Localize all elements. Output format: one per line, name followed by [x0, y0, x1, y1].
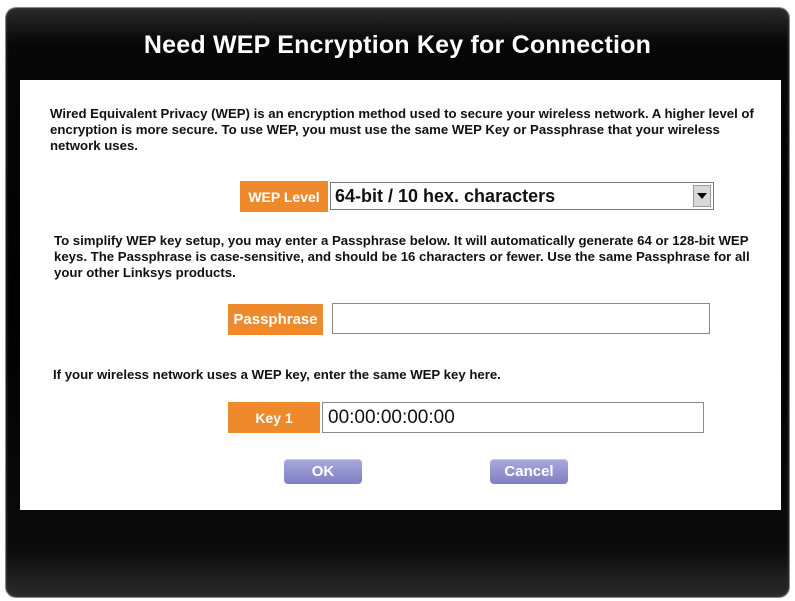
- dialog-window: Need WEP Encryption Key for Connection W…: [6, 8, 789, 597]
- wep-level-value: 64-bit / 10 hex. characters: [335, 186, 556, 206]
- wep-level-label: WEP Level: [240, 181, 328, 212]
- wep-key-instructions: If your wireless network uses a WEP key,…: [53, 367, 501, 382]
- passphrase-instructions: To simplify WEP key setup, you may enter…: [54, 233, 750, 280]
- ok-button[interactable]: OK: [284, 459, 362, 484]
- intro-text: Wired Equivalent Privacy (WEP) is an enc…: [50, 106, 754, 153]
- dialog-title: Need WEP Encryption Key for Connection: [143, 31, 652, 59]
- wep-level-select[interactable]: 64-bit / 10 hex. characters: [330, 182, 714, 210]
- key1-input[interactable]: 00:00:00:00:00: [322, 402, 704, 433]
- key1-label: Key 1: [228, 402, 320, 433]
- passphrase-input[interactable]: [332, 303, 710, 334]
- cancel-button[interactable]: Cancel: [490, 459, 568, 484]
- passphrase-label: Passphrase: [228, 304, 323, 335]
- dialog-content: Wired Equivalent Privacy (WEP) is an enc…: [20, 80, 781, 510]
- chevron-down-icon[interactable]: [693, 185, 711, 207]
